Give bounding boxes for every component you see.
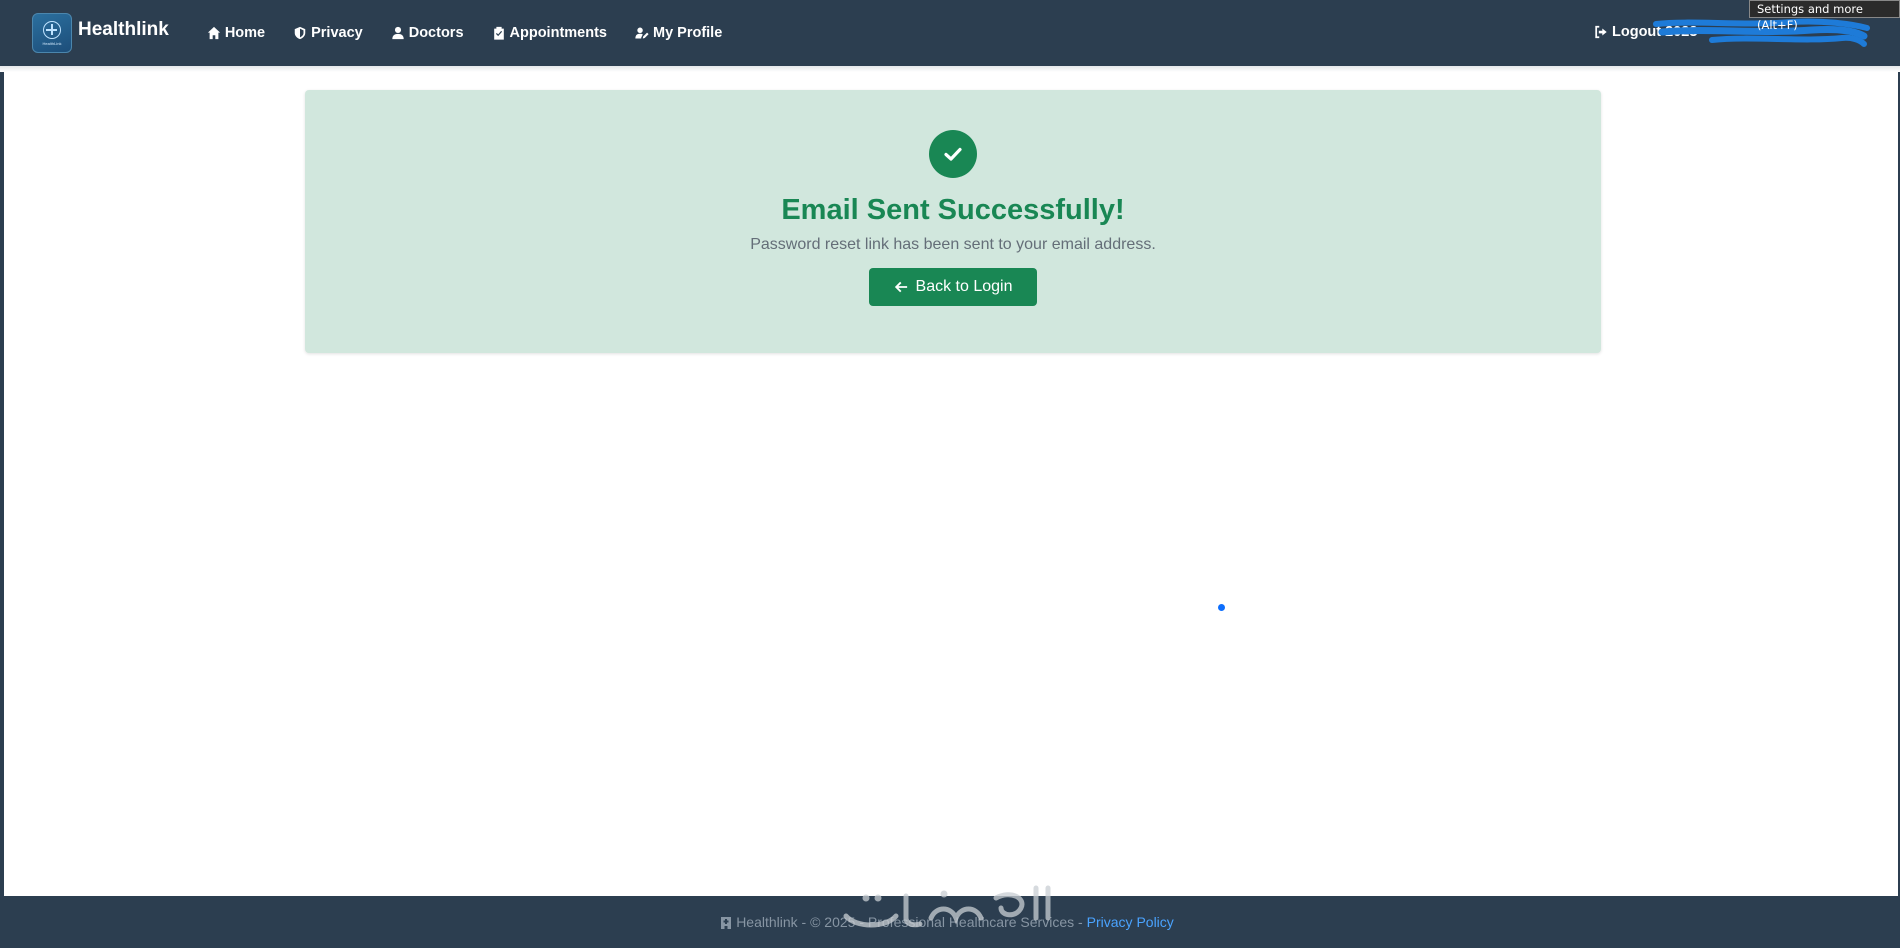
window-border-left xyxy=(0,0,4,948)
nav-links: Home Privacy Doctors Appointments My Pro… xyxy=(193,25,736,41)
success-message: Password reset link has been sent to you… xyxy=(750,236,1156,253)
nav-link-label: My Profile xyxy=(652,25,723,41)
nav-link-doctors[interactable]: Doctors xyxy=(377,25,478,41)
hospital-icon xyxy=(721,916,732,929)
top-navbar: HealthLink Healthlink Home Privacy Docto… xyxy=(0,0,1900,66)
check-icon xyxy=(944,147,962,161)
sign-out-icon xyxy=(1595,25,1607,39)
nav-link-my-profile[interactable]: My Profile xyxy=(621,25,736,41)
nav-link-label: Appointments xyxy=(509,25,607,41)
brand-name: Healthlink xyxy=(78,19,169,40)
nav-link-label: Doctors xyxy=(408,25,464,41)
settings-tooltip: Settings and more (Alt+F) xyxy=(1749,0,1900,32)
brand-logo: HealthLink xyxy=(32,13,72,53)
nav-link-label: Privacy xyxy=(311,25,363,41)
brand-logo-text: HealthLink xyxy=(42,40,62,46)
nav-link-home[interactable]: Home xyxy=(193,25,279,41)
nav-link-privacy[interactable]: Privacy xyxy=(279,25,377,41)
arrow-left-icon xyxy=(894,281,907,293)
navbar-shadow xyxy=(0,66,1900,72)
user-edit-icon xyxy=(635,27,649,39)
back-to-login-button[interactable]: Back to Login xyxy=(869,268,1037,306)
nav-link-appointments[interactable]: Appointments xyxy=(478,25,621,41)
check-circle-icon xyxy=(929,130,977,178)
medical-cross-icon xyxy=(43,20,61,39)
shield-icon xyxy=(294,26,306,40)
user-icon xyxy=(392,26,404,40)
success-alert: Email Sent Successfully! Password reset … xyxy=(305,90,1601,353)
watermark-logo xyxy=(843,885,1051,928)
privacy-policy-link[interactable]: Privacy Policy xyxy=(1087,914,1174,930)
clipboard-icon xyxy=(493,26,504,40)
back-to-login-label: Back to Login xyxy=(915,278,1013,295)
home-icon xyxy=(207,26,220,40)
success-title: Email Sent Successfully! xyxy=(781,194,1125,226)
loading-dot xyxy=(1218,604,1225,611)
brand[interactable]: HealthLink Healthlink xyxy=(32,13,169,53)
nav-link-label: Home xyxy=(224,25,266,41)
